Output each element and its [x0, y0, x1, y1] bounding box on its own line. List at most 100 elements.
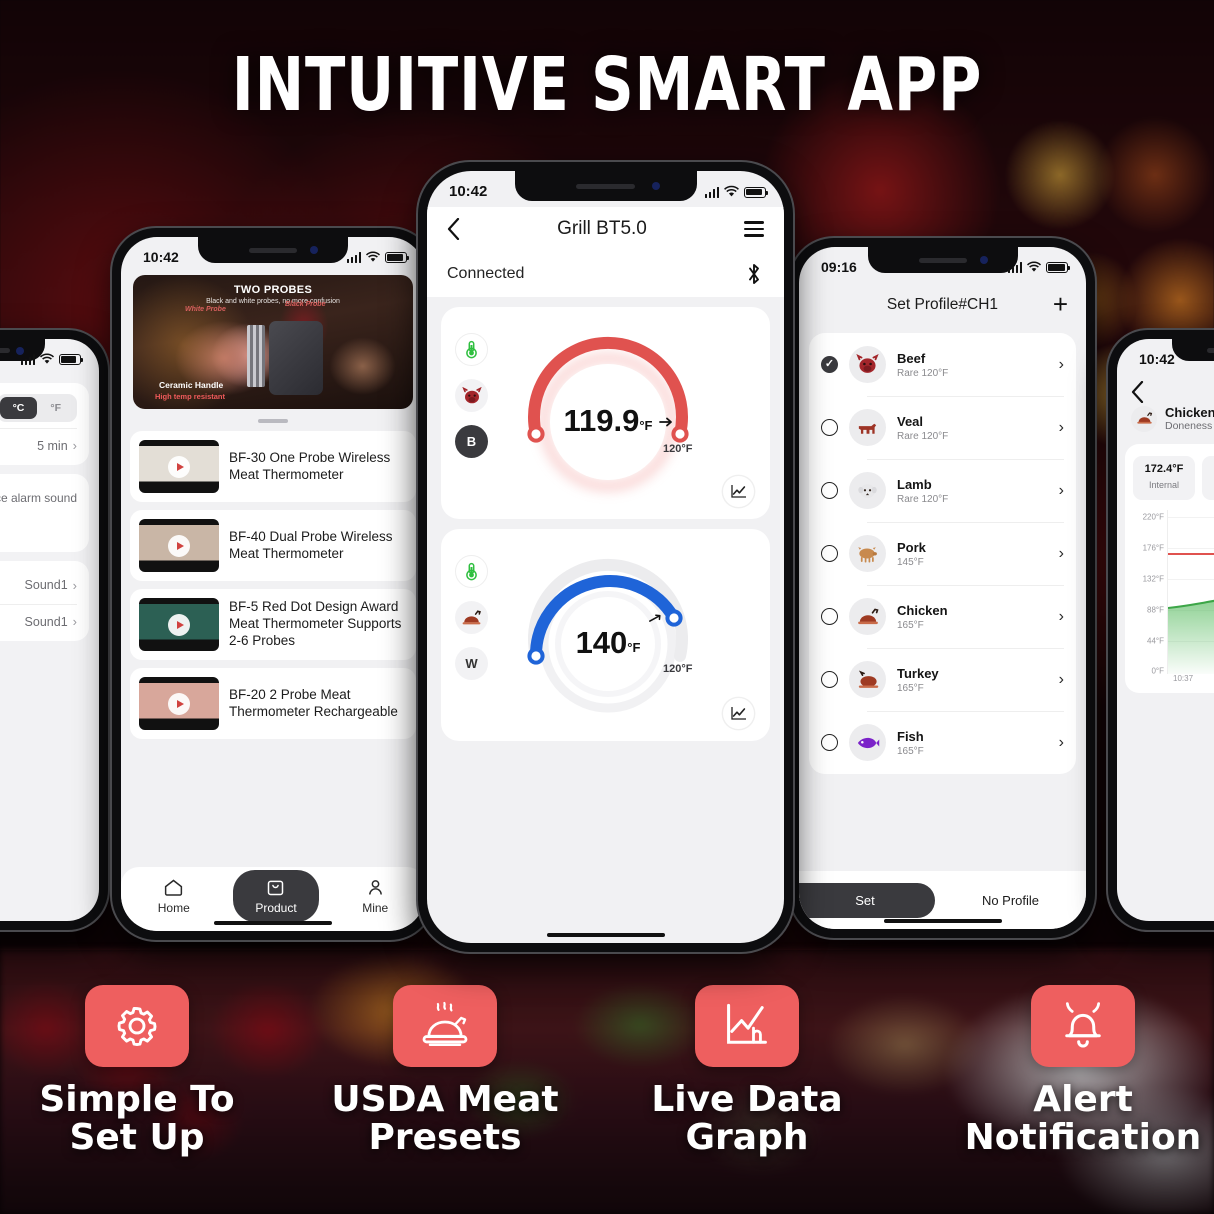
set-button[interactable]: Set: [799, 882, 935, 918]
chevron-right-icon[interactable]: ›: [1059, 671, 1064, 689]
signal-icon: [346, 252, 361, 263]
video-thumbnail[interactable]: [139, 440, 219, 493]
battery-icon: [59, 354, 84, 365]
bluetooth-icon[interactable]: [744, 261, 764, 287]
sound-card: Sound1 › Sound1 ›: [0, 561, 89, 641]
video-thumbnail[interactable]: [139, 677, 219, 730]
person-icon: [368, 880, 382, 895]
roast-chicken-icon: [393, 985, 497, 1067]
banner-caption-sub: High temp resistant: [155, 392, 226, 401]
profile-header: Set Profile#CH1 +: [799, 283, 1086, 327]
product-title: BF-5 Red Dot Design Award Meat Thermomet…: [229, 599, 402, 648]
fish-icon: [849, 724, 886, 761]
page-title: Set Profile#CH1: [886, 296, 999, 313]
auto-off-row[interactable]: 5 min ›: [0, 428, 77, 454]
chart-button-w[interactable]: [723, 698, 754, 729]
chevron-left-icon[interactable]: [1131, 381, 1144, 403]
thermometer-icon: [455, 555, 488, 588]
chicken-icon: [455, 601, 488, 634]
video-thumbnail[interactable]: [139, 519, 219, 572]
list-item[interactable]: Beef Rare 120°F ›: [809, 333, 1076, 396]
feature-label-line1: Live Data: [651, 1079, 843, 1120]
chevron-left-icon[interactable]: [447, 218, 460, 240]
gauge-card-probe-b: B 119.9°F 120°F: [441, 307, 770, 519]
status-time: 09:16: [821, 259, 857, 275]
feature-label-line1: Simple To: [39, 1079, 235, 1120]
banner-caption-title: Ceramic Handle: [159, 380, 224, 390]
drag-handle[interactable]: [258, 419, 288, 423]
alarm-sound-row[interactable]: replace alarm sound: [0, 485, 77, 511]
feature-label-line1: USDA Meat: [331, 1079, 559, 1120]
chevron-right-icon: ›: [72, 577, 77, 593]
profile-list: Beef Rare 120°F › Veal Rare 120°F ›: [809, 333, 1076, 774]
chevron-right-icon[interactable]: ›: [1059, 608, 1064, 626]
feature-label-line2: Set Up: [69, 1117, 205, 1159]
play-icon[interactable]: [168, 613, 190, 636]
list-item[interactable]: Pork 145°F ›: [809, 522, 1076, 585]
beef-icon: [849, 346, 886, 383]
probe-indicators: W: [455, 555, 488, 680]
banner-label-white-probe: White Probe: [185, 306, 226, 313]
veal-icon: [849, 409, 886, 446]
feature-simple-setup: Simple To Set Up: [12, 985, 262, 1157]
radio-unselected[interactable]: [821, 734, 838, 751]
tab-mine[interactable]: Mine: [352, 871, 398, 921]
sound-row-2[interactable]: Sound1 ›: [0, 604, 77, 630]
chevron-right-icon[interactable]: ›: [1059, 356, 1064, 374]
feature-live-graph: Live Data Graph: [622, 985, 872, 1157]
play-icon[interactable]: [168, 455, 190, 478]
sound-row-1[interactable]: Sound1 ›: [0, 572, 77, 598]
promo-banner[interactable]: TWO PROBES Black and white probes, no mo…: [133, 275, 413, 409]
gauge-number: 119.9: [563, 403, 640, 438]
list-item[interactable]: Lamb Rare 120°F ›: [809, 459, 1076, 522]
unit-celsius[interactable]: °C: [0, 397, 38, 419]
y-tick: 220°F: [1142, 512, 1164, 522]
list-item[interactable]: Turkey 165°F ›: [809, 648, 1076, 711]
play-icon[interactable]: [168, 534, 190, 557]
radio-selected[interactable]: [821, 356, 838, 373]
profile-temp: 165°F: [897, 745, 924, 757]
tab-product[interactable]: Product: [233, 870, 319, 922]
signal-icon: [1007, 262, 1022, 273]
radio-unselected[interactable]: [821, 545, 838, 562]
page-title: Grill BT5.0: [557, 218, 647, 239]
unit-fahrenheit[interactable]: °F: [37, 397, 74, 419]
list-item[interactable]: BF-5 Red Dot Design Award Meat Thermomet…: [130, 589, 416, 660]
tab-home[interactable]: Home: [148, 871, 200, 921]
list-item[interactable]: BF-40 Dual Probe Wireless Meat Thermomet…: [130, 510, 416, 581]
radio-unselected[interactable]: [821, 419, 838, 436]
x-axis: 10:37 10:45: [1167, 674, 1214, 683]
chevron-right-icon[interactable]: ›: [1059, 545, 1064, 563]
chart-button-b[interactable]: [723, 476, 754, 507]
list-item[interactable]: Fish 165°F ›: [809, 711, 1076, 774]
device-image: [247, 321, 323, 395]
plus-icon[interactable]: +: [1053, 291, 1068, 317]
profile-temp: Rare 120°F: [897, 367, 949, 379]
probe-badge-w: W: [455, 647, 488, 680]
list-item[interactable]: BF-30 One Probe Wireless Meat Thermomete…: [130, 431, 416, 502]
phone-profile-list: 09:16 Set Profile#CH1 + Beef Rare 120°F: [790, 238, 1095, 938]
product-screen: 10:42 TWO PROBES Black and white probes,…: [121, 237, 425, 931]
wifi-icon: [365, 251, 381, 262]
play-icon[interactable]: [168, 692, 190, 715]
radio-unselected[interactable]: [821, 482, 838, 499]
hamburger-icon[interactable]: [744, 221, 764, 237]
bag-icon: [268, 880, 284, 896]
status-time: 10:42: [1139, 351, 1175, 367]
list-item[interactable]: Veal Rare 120°F ›: [809, 396, 1076, 459]
chevron-right-icon[interactable]: ›: [1059, 734, 1064, 752]
status-bar: 10:42: [121, 237, 425, 271]
list-item[interactable]: Chicken 165°F ›: [809, 585, 1076, 648]
list-item[interactable]: BF-20 2 Probe Meat Thermometer Rechargea…: [130, 668, 416, 739]
tab-label: Mine: [362, 901, 389, 915]
radio-unselected[interactable]: [821, 608, 838, 625]
wifi-icon: [724, 185, 739, 196]
battery-icon: [385, 252, 410, 263]
no-profile-button[interactable]: No Profile: [935, 893, 1086, 908]
unit-toggle[interactable]: °C °F: [0, 394, 77, 422]
radio-unselected[interactable]: [821, 671, 838, 688]
video-thumbnail[interactable]: [139, 598, 219, 651]
status-bar: 09:16: [799, 247, 1086, 281]
chevron-right-icon[interactable]: ›: [1059, 482, 1064, 500]
chevron-right-icon[interactable]: ›: [1059, 419, 1064, 437]
